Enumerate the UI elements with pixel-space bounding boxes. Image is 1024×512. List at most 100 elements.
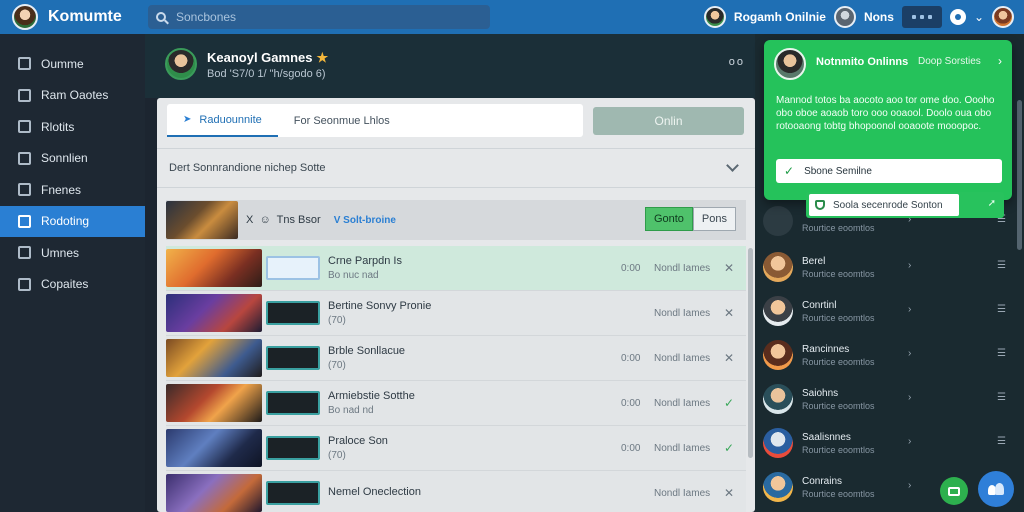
main-panel: ➤ Raduounnite For Seonmue Lhlos Onlin Der… xyxy=(157,98,755,512)
status-circle-icon[interactable] xyxy=(949,9,966,25)
search-bar[interactable] xyxy=(148,5,490,29)
featured-name: Tns xyxy=(276,214,295,226)
preview-box xyxy=(266,391,320,415)
notification-confirm[interactable]: ✓ Sbone Semilne xyxy=(776,159,1002,183)
filter-dropdown[interactable]: Dert Sonnrandione nichep Sotte xyxy=(157,148,755,188)
friend-avatar xyxy=(763,384,793,414)
chevron-right-icon[interactable]: › xyxy=(998,54,1002,68)
sidebar-item-5[interactable]: Rodoting xyxy=(0,205,145,237)
table-row[interactable]: Armiebstie Sotthe Bo nad nd 0:00 Nondl I… xyxy=(166,381,746,426)
preview-box xyxy=(266,256,320,280)
row-count: 0:00 xyxy=(621,397,641,409)
friends-scrollbar[interactable] xyxy=(1017,100,1022,250)
table-row[interactable]: Brble Sonllacue (70) 0:00 Nondl Iames ✕ xyxy=(166,336,746,381)
sidebar-item-label: Fnenes xyxy=(41,182,82,197)
profile-avatar[interactable] xyxy=(992,6,1014,28)
close-icon[interactable]: ✕ xyxy=(724,261,734,275)
nav-label[interactable]: Nons xyxy=(864,10,894,24)
preview-box xyxy=(266,436,320,460)
menu-icon[interactable]: ☰ xyxy=(997,260,1006,271)
filter-label: Dert Sonnrandione nichep Sotte xyxy=(169,162,326,174)
friend-item[interactable]: Saalisnnes Rourtice eoomtlos › ☰ xyxy=(755,422,1024,466)
featured-green-button[interactable]: Gonto xyxy=(644,207,693,231)
row-status: Nondl Iames xyxy=(654,487,711,499)
close-icon[interactable]: ✕ xyxy=(724,306,734,320)
star-icon: ★ xyxy=(316,50,329,65)
chevron-down-icon[interactable]: ⌄ xyxy=(974,10,984,24)
chevron-right-icon[interactable]: › xyxy=(908,260,911,271)
dot-icon xyxy=(911,15,916,19)
friend-sub: Rourtice eoomtlos xyxy=(802,489,875,499)
user-status-label[interactable]: Rogamh Onilnie xyxy=(734,10,826,24)
friend-sub: Rourtice eoomtlos xyxy=(802,313,875,323)
check-icon[interactable]: ✓ xyxy=(724,396,734,410)
row-name: Armiebstie Sotthe xyxy=(328,390,415,402)
chat-icon xyxy=(948,486,960,496)
chevron-right-icon[interactable]: › xyxy=(908,480,911,491)
secondary-avatar[interactable] xyxy=(833,6,856,28)
send-request-field[interactable]: Soola secenrode Sonton xyxy=(809,194,959,216)
chevron-right-icon[interactable]: › xyxy=(908,304,911,315)
close-icon[interactable]: ✕ xyxy=(724,486,734,500)
top-bar: Komumte Rogamh Onilnie Nons ⌄ xyxy=(0,0,1024,34)
sidebar-item-0[interactable]: Oumme xyxy=(0,48,145,80)
list-icon xyxy=(18,151,31,165)
featured-row[interactable]: X ☺ Tns Bsor V Solt-broine Gonto Pons xyxy=(166,200,746,240)
table-row[interactable]: Crne Parpdn Is Bo nuc nad 0:00 Nondl Iam… xyxy=(166,246,746,291)
user-avatar[interactable] xyxy=(703,6,726,28)
game-thumbnail xyxy=(166,294,262,332)
featured-light-button[interactable]: Pons xyxy=(692,207,736,231)
sidebar-item-label: Rodoting xyxy=(41,214,90,229)
chevron-right-icon[interactable]: › xyxy=(908,348,911,359)
close-icon[interactable]: ✕ xyxy=(724,351,734,365)
preview-box xyxy=(266,301,320,325)
friends-button[interactable] xyxy=(978,471,1014,507)
tab-0[interactable]: ➤ Raduounnite xyxy=(167,104,278,137)
search-input[interactable] xyxy=(176,10,476,24)
friend-item[interactable]: Conrtinl Rourtice eoomtlos › ☰ xyxy=(755,290,1024,334)
check-icon[interactable]: ✓ xyxy=(724,441,734,455)
menu-icon[interactable]: ☰ xyxy=(997,436,1006,447)
sidebar-item-label: Umnes xyxy=(41,245,80,260)
row-info: Armiebstie Sotthe Bo nad nd xyxy=(328,390,415,416)
table-row[interactable]: Praloce Son (70) 0:00 Nondl Iames ✓ xyxy=(166,426,746,471)
app-logo[interactable]: Komumte xyxy=(12,4,148,30)
chevron-right-icon[interactable]: › xyxy=(908,436,911,447)
logo-avatar xyxy=(12,4,38,30)
header-options[interactable]: oo xyxy=(729,56,745,68)
smile-icon: ☺ xyxy=(259,214,271,226)
friend-avatar xyxy=(763,296,793,326)
table-row[interactable]: Nemel Oneclection Nondl Iames ✕ xyxy=(166,471,746,512)
notifications-button[interactable] xyxy=(901,6,942,28)
menu-icon[interactable]: ☰ xyxy=(997,348,1006,359)
notification-action[interactable]: Doop Sorsties xyxy=(918,56,981,67)
notification-card[interactable]: Notnmito Onlinns Doop Sorsties › Mannod … xyxy=(764,40,1012,200)
tab-1[interactable]: For Seonmue Lhlos xyxy=(278,104,406,137)
user-icon xyxy=(18,57,31,71)
sidebar-item-2[interactable]: Rlotits xyxy=(0,111,145,143)
chevron-right-icon[interactable]: › xyxy=(908,392,911,403)
sidebar-item-7[interactable]: Copaites xyxy=(0,269,145,301)
page-title-text: Keanoyl Gamnes xyxy=(207,50,313,65)
chat-button[interactable] xyxy=(940,477,968,505)
sidebar-item-4[interactable]: Fnenes xyxy=(0,174,145,206)
menu-icon[interactable]: ☰ xyxy=(997,392,1006,403)
sidebar-item-1[interactable]: Ram Oaotes xyxy=(0,80,145,112)
dot-icon xyxy=(919,15,924,19)
table-row[interactable]: Bertine Sonvy Pronie (70) Nondl Iames ✕ xyxy=(166,291,746,336)
menu-icon[interactable]: ☰ xyxy=(997,304,1006,315)
friend-item[interactable]: Berel Rourtice eoomtlos › ☰ xyxy=(755,246,1024,290)
online-button[interactable]: Onlin xyxy=(593,107,744,135)
send-arrow-icon[interactable]: ➚ xyxy=(988,198,996,209)
friend-item[interactable]: Saiohns Rourtice eoomtlos › ☰ xyxy=(755,378,1024,422)
app-title: Komumte xyxy=(48,8,122,25)
list-scrollbar[interactable] xyxy=(748,248,753,458)
sidebar-item-6[interactable]: Umnes xyxy=(0,237,145,269)
sidebar-item-3[interactable]: Sonnlien xyxy=(0,143,145,175)
friend-name: Conrtinl xyxy=(802,300,837,311)
send-request-bar[interactable]: Soola secenrode Sonton ➚ xyxy=(806,192,1004,218)
pencil-icon xyxy=(18,183,31,197)
row-status: Nondl Iames xyxy=(654,262,711,274)
row-info: Nemel Oneclection xyxy=(328,486,421,501)
friend-item[interactable]: Rancinnes Rourtice eoomtlos › ☰ xyxy=(755,334,1024,378)
